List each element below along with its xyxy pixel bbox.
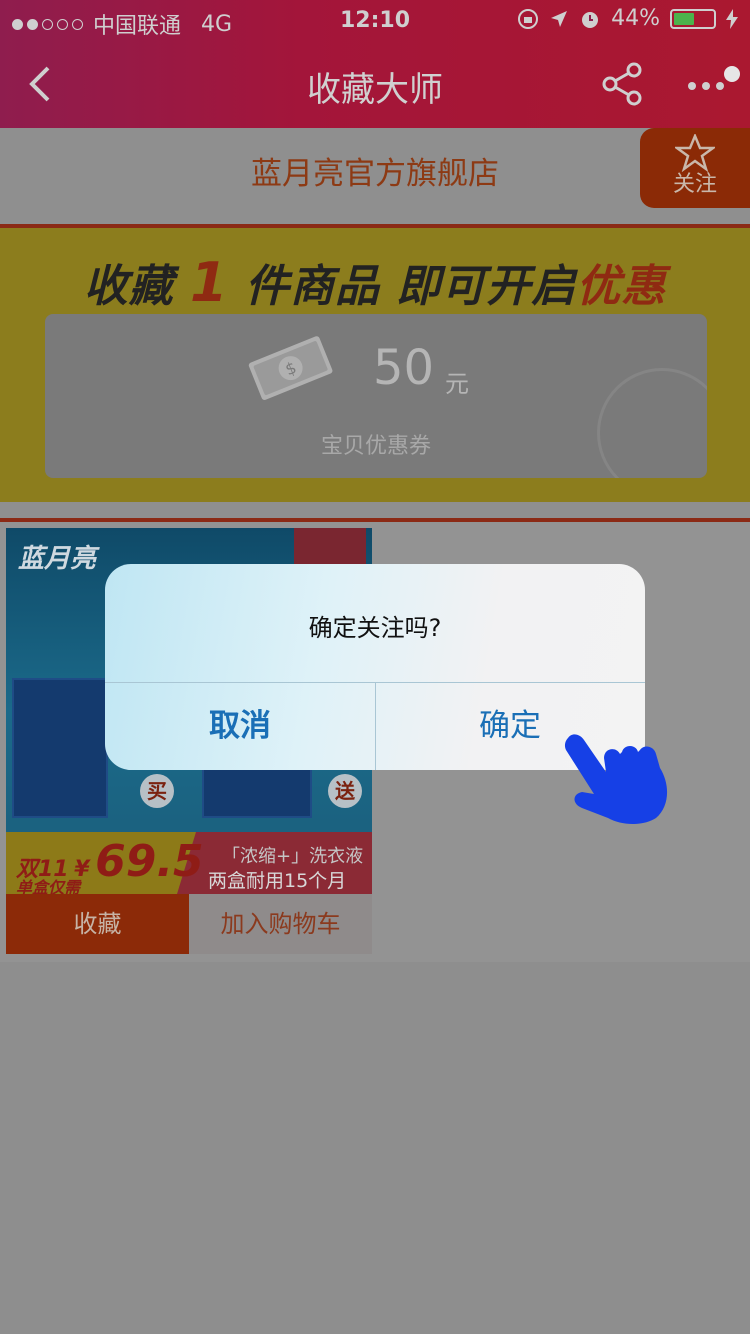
spacer	[0, 208, 750, 224]
double-eleven-tag	[294, 528, 366, 568]
rotation-lock-icon	[518, 8, 539, 29]
cancel-button[interactable]: 取消	[105, 682, 375, 770]
store-watermark-icon	[597, 368, 707, 478]
banner-title-highlight: 优惠	[576, 261, 667, 312]
dialog-message: 确定关注吗?	[308, 614, 442, 642]
hand-pointer-icon	[564, 734, 668, 824]
badge-buy: 买	[140, 774, 174, 808]
alarm-icon	[582, 11, 599, 28]
banner-title-middle: 件商品 即可开启	[244, 261, 577, 312]
product-box-left	[12, 678, 108, 818]
strip-line2: 两盒耐用15个月	[208, 870, 347, 892]
charging-icon	[726, 8, 738, 29]
promo-price-value: 69.5	[95, 836, 204, 887]
coupon-unit: 元	[445, 370, 469, 398]
follow-label: 关注	[672, 172, 717, 197]
status-bar: 中国联通 4G 12:10 44%	[0, 0, 750, 40]
cash-icon: $	[248, 336, 333, 400]
share-icon[interactable]	[600, 62, 644, 106]
spacer	[0, 502, 750, 518]
location-icon	[551, 10, 568, 27]
banner-title-prefix: 收藏	[83, 261, 174, 312]
battery-percent: 44%	[611, 6, 660, 31]
promo-banner: 收藏 1 件商品 即可开启优惠 $ 50 元 宝贝优惠券	[0, 224, 750, 502]
add-to-cart-button[interactable]: 加入购物车	[189, 894, 372, 954]
more-icon[interactable]	[684, 66, 740, 102]
follow-button[interactable]: 关注	[640, 128, 750, 208]
store-name[interactable]: 蓝月亮官方旗舰店	[0, 148, 750, 193]
banner-title: 收藏 1 件商品 即可开启优惠	[0, 250, 750, 314]
coupon-amount: 50	[373, 340, 435, 396]
strip-line1: 「浓缩+」洗衣液	[222, 846, 364, 867]
battery-icon	[670, 8, 716, 29]
app-header: 中国联通 4G 12:10 44% 收藏大师	[0, 0, 750, 128]
coupon-card[interactable]: $ 50 元 宝贝优惠券	[45, 314, 707, 478]
brand-logo: 蓝月亮	[18, 544, 97, 574]
store-bar: 蓝月亮官方旗舰店 关注	[0, 128, 750, 208]
banner-title-count: 1	[190, 251, 229, 314]
promo-line2: 单盒仅需	[16, 878, 81, 894]
badge-gift: 送	[328, 774, 362, 808]
collect-button[interactable]: 收藏	[6, 894, 189, 954]
